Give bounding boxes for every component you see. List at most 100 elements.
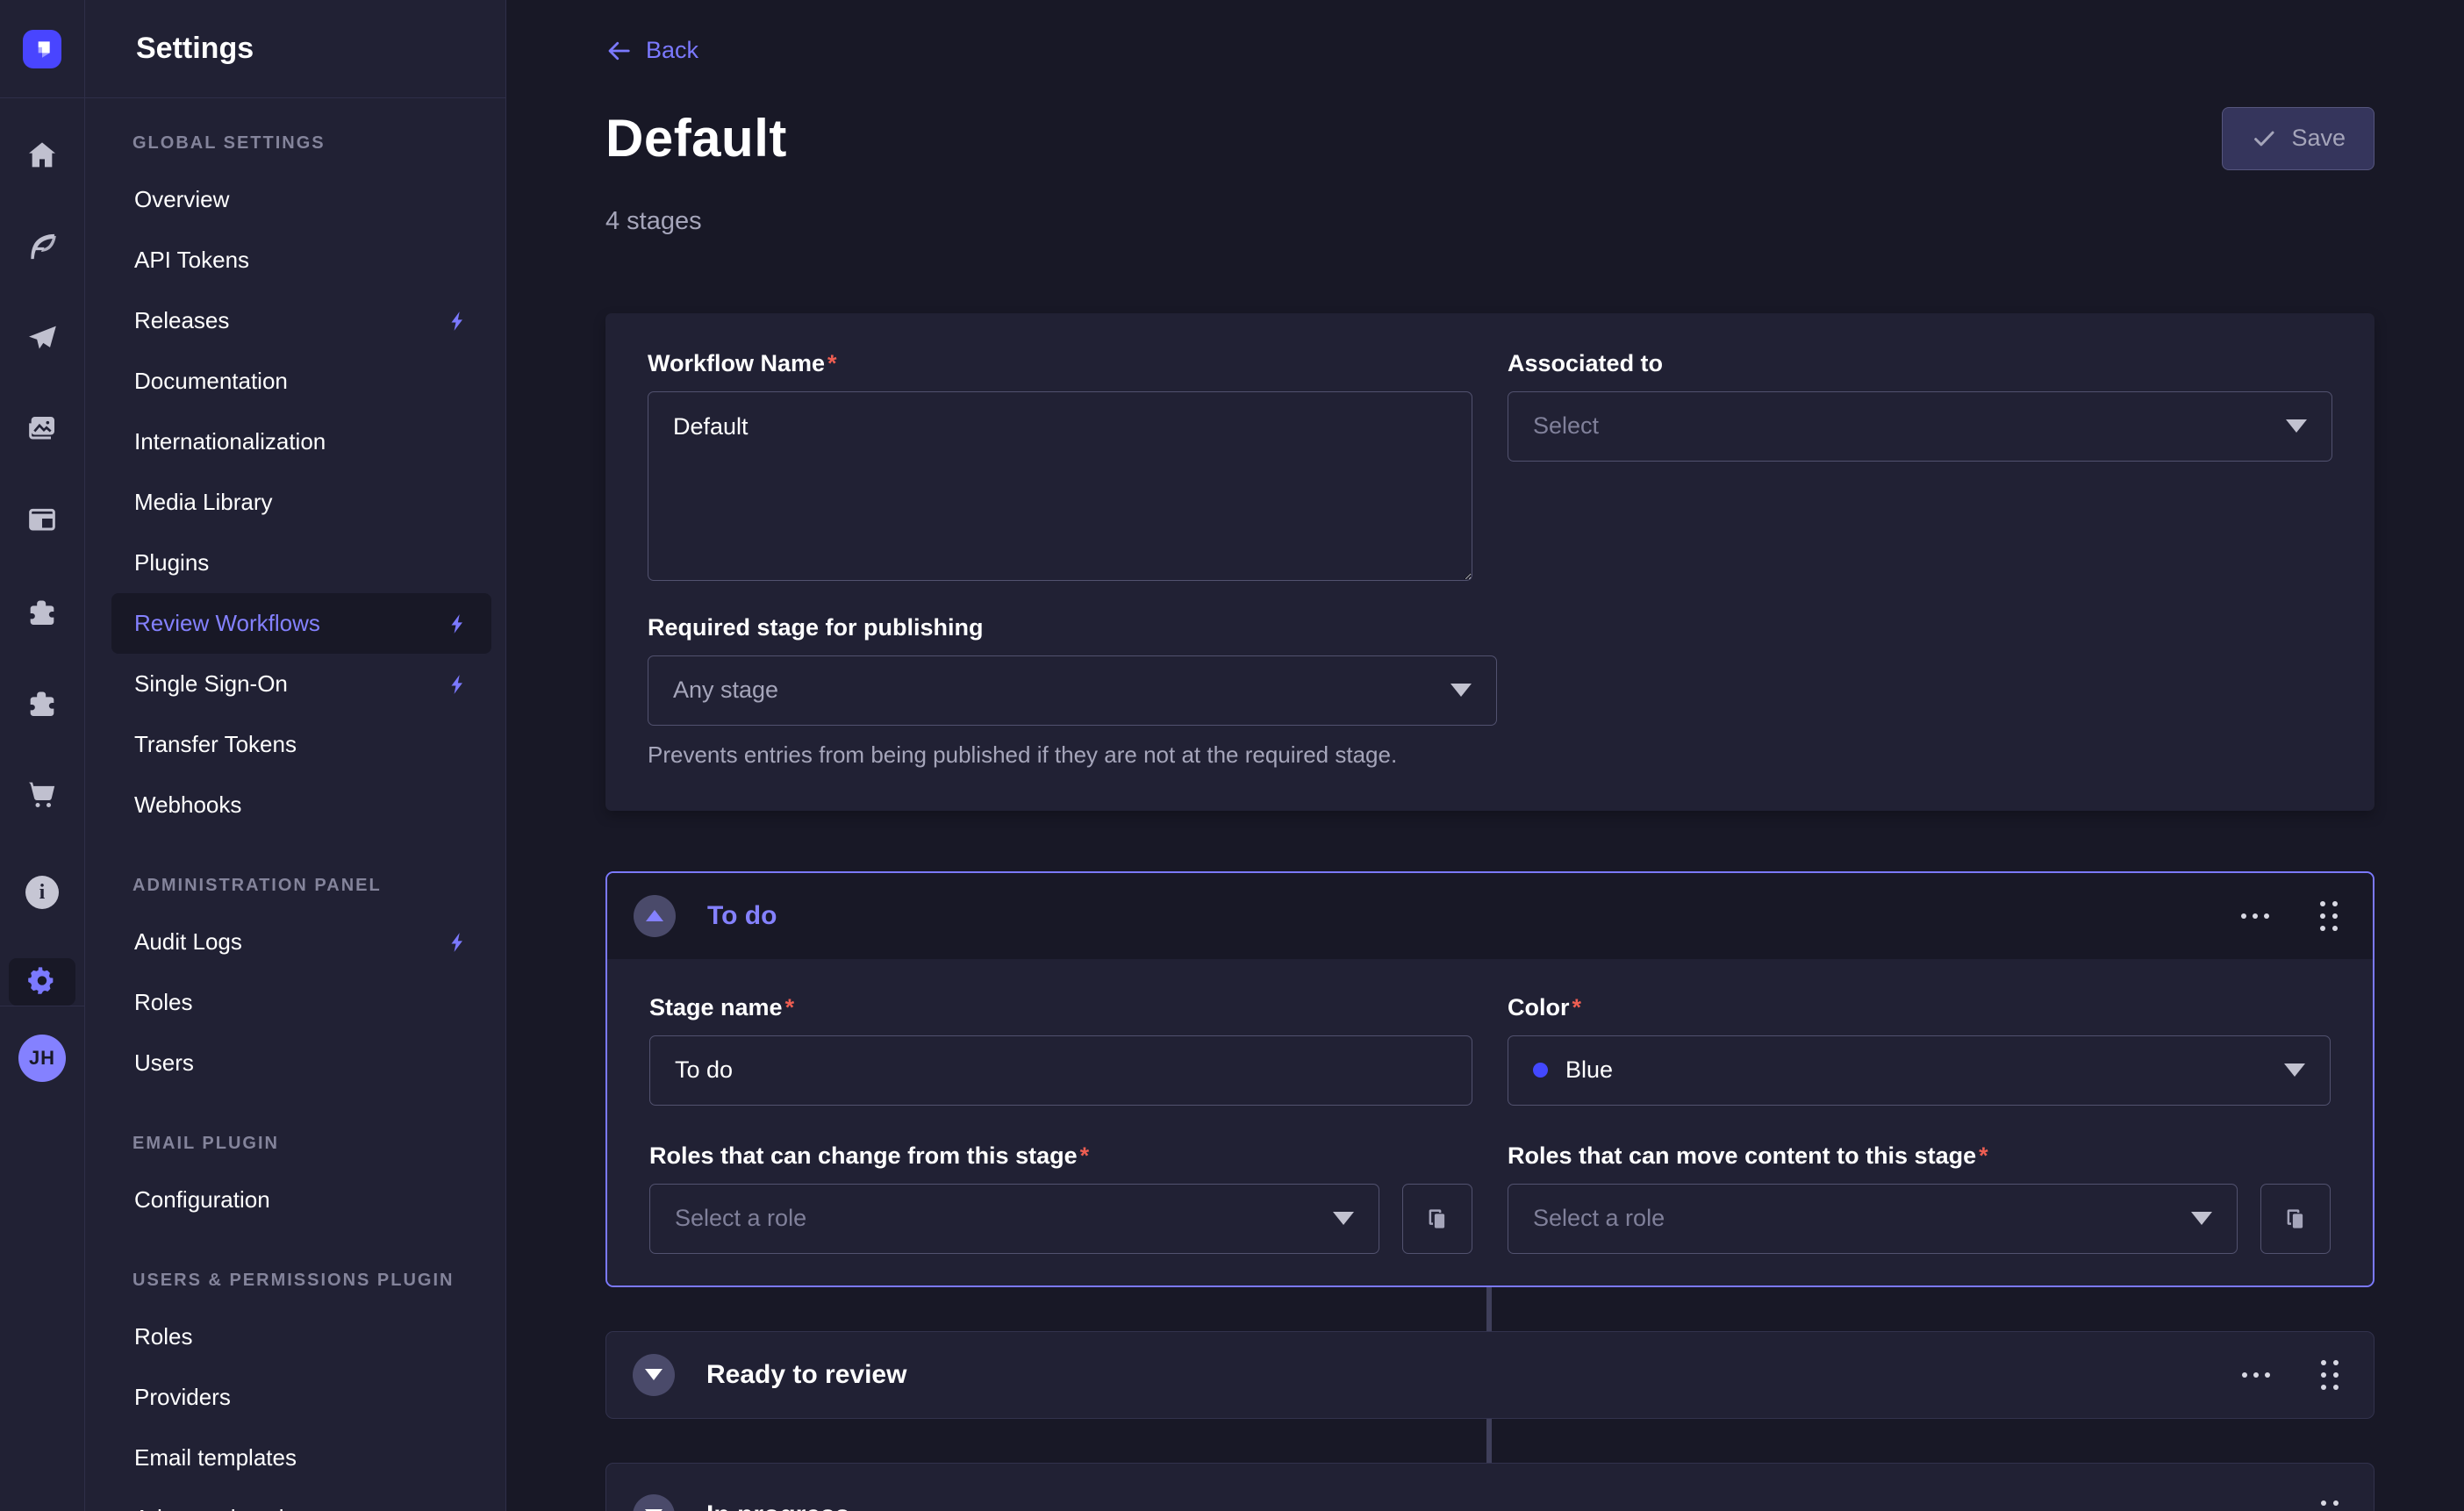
roles-change-select[interactable]: Select a role [649, 1184, 1379, 1254]
content-manager-feather-icon[interactable] [24, 228, 61, 265]
stage-name-field: Stage name* [649, 994, 1472, 1106]
administration-panel-list: Audit Logs Roles Users [111, 912, 491, 1093]
stage-drag-handle[interactable] [2317, 898, 2341, 935]
users-permissions-list: Roles Providers Email templates Advanced… [111, 1307, 491, 1511]
sidebar-item-admin-roles[interactable]: Roles [111, 972, 491, 1033]
workflow-name-textarea[interactable]: Default [648, 391, 1472, 581]
sidebar-item-providers[interactable]: Providers [111, 1367, 491, 1428]
stage-to-do-body: Stage name* Color* Blue Roles t [607, 959, 2373, 1285]
save-button[interactable]: Save [2222, 107, 2374, 170]
global-settings-list: Overview API Tokens Releases Documentati… [111, 169, 491, 835]
roles-change-field: Roles that can change from this stage* S… [649, 1142, 1472, 1254]
associated-to-field: Associated to Select [1508, 350, 2332, 581]
stage-name-input[interactable] [649, 1035, 1472, 1106]
section-label-administration-panel: Administration panel [133, 876, 505, 896]
sidebar-item-review-workflows[interactable]: Review Workflows [111, 593, 491, 654]
sidebar-item-email-templates[interactable]: Email templates [111, 1428, 491, 1488]
chevron-down-icon [2191, 1212, 2212, 1225]
releases-paper-plane-icon[interactable] [24, 319, 61, 356]
help-info-icon[interactable]: i [25, 876, 59, 909]
sidebar-item-configuration[interactable]: Configuration [111, 1170, 491, 1230]
settings-sidebar: Settings Global settings Overview API To… [85, 0, 506, 1511]
stage-card-in-progress[interactable]: In progress [605, 1463, 2374, 1511]
stage-drag-handle[interactable] [2317, 1497, 2342, 1511]
expand-toggle-button[interactable] [633, 1494, 675, 1511]
chevron-down-icon [2286, 419, 2307, 433]
stage-options-menu-button[interactable] [2237, 1367, 2275, 1383]
stage-title: Ready to review [706, 1360, 906, 1390]
arrow-left-icon [605, 38, 632, 64]
sidebar-title: Settings [136, 32, 254, 66]
required-stage-label: Required stage for publishing [648, 614, 1497, 641]
section-label-users-permissions: Users & Permissions plugin [133, 1271, 505, 1291]
lightning-icon [446, 931, 469, 954]
roles-move-select[interactable]: Select a role [1508, 1184, 2238, 1254]
media-library-icon[interactable] [24, 411, 61, 448]
settings-active-button[interactable] [9, 958, 75, 1006]
check-icon [2251, 125, 2277, 152]
associated-to-select[interactable]: Select [1508, 391, 2332, 462]
marketplace-puzzle-icon[interactable] [24, 684, 61, 721]
sidebar-item-audit-logs[interactable]: Audit Logs [111, 912, 491, 972]
stage-card-ready-to-review[interactable]: Ready to review [605, 1331, 2374, 1419]
required-stage-select[interactable]: Any stage [648, 655, 1497, 726]
rail-icon-list [24, 98, 61, 813]
collapse-toggle-button[interactable] [634, 895, 676, 937]
content-type-builder-layout-icon[interactable] [24, 502, 61, 539]
workflow-name-label: Workflow Name* [648, 350, 1472, 377]
duplicate-roles-button[interactable] [1402, 1184, 1472, 1254]
main-content: Back Default Save 4 stages Workflow Name… [506, 0, 2464, 1511]
sidebar-item-plugins[interactable]: Plugins [111, 533, 491, 593]
stage-color-field: Color* Blue [1508, 994, 2331, 1106]
lightning-icon [446, 310, 469, 333]
associated-to-label: Associated to [1508, 350, 2332, 377]
lightning-icon [446, 673, 469, 696]
sidebar-item-transfer-tokens[interactable]: Transfer Tokens [111, 714, 491, 775]
purchase-cart-icon[interactable] [24, 776, 61, 813]
strapi-logo-glyph [31, 38, 54, 61]
sidebar-item-releases[interactable]: Releases [111, 290, 491, 351]
roles-move-field: Roles that can move content to this stag… [1508, 1142, 2331, 1254]
email-plugin-list: Configuration [111, 1170, 491, 1230]
stage-options-menu-button[interactable] [2237, 1507, 2275, 1511]
blue-color-dot [1533, 1063, 1548, 1078]
stage-count-subtitle: 4 stages [605, 207, 2374, 236]
sidebar-item-advanced-settings[interactable]: Advanced settings [111, 1488, 491, 1511]
stage-color-select[interactable]: Blue [1508, 1035, 2331, 1106]
sidebar-item-single-sign-on[interactable]: Single Sign-On [111, 654, 491, 714]
sidebar-item-media-library[interactable]: Media Library [111, 472, 491, 533]
sidebar-item-users[interactable]: Users [111, 1033, 491, 1093]
chevron-down-icon [1333, 1212, 1354, 1225]
chevron-down-icon [2284, 1063, 2305, 1077]
sidebar-item-webhooks[interactable]: Webhooks [111, 775, 491, 835]
stage-card-to-do: To do Stage name* Color* [605, 871, 2374, 1287]
sidebar-item-up-roles[interactable]: Roles [111, 1307, 491, 1367]
workflow-settings-panel: Workflow Name* Default Associated to Sel… [605, 313, 2374, 811]
stage-drag-handle[interactable] [2317, 1357, 2342, 1393]
gear-icon [26, 966, 58, 998]
stage-title: In progress [706, 1500, 849, 1511]
sidebar-item-api-tokens[interactable]: API Tokens [111, 230, 491, 290]
chevron-up-icon [646, 910, 663, 921]
lightning-icon [446, 612, 469, 635]
page-title: Default [605, 108, 787, 168]
required-stage-field: Required stage for publishing Any stage … [648, 614, 1497, 769]
user-avatar[interactable]: JH [18, 1035, 66, 1082]
sidebar-header: Settings [85, 0, 505, 98]
sidebar-item-overview[interactable]: Overview [111, 169, 491, 230]
home-icon[interactable] [24, 137, 61, 174]
duplicate-roles-button[interactable] [2260, 1184, 2331, 1254]
stage-to-do-header[interactable]: To do [607, 873, 2373, 959]
chevron-down-icon [645, 1369, 663, 1380]
plugins-puzzle-icon[interactable] [24, 593, 61, 630]
required-asterisk: * [1080, 1142, 1090, 1169]
sidebar-item-documentation[interactable]: Documentation [111, 351, 491, 412]
copy-icon [2282, 1206, 2309, 1232]
required-stage-hint: Prevents entries from being published if… [648, 741, 1497, 769]
stage-options-menu-button[interactable] [2236, 908, 2274, 924]
sidebar-item-internationalization[interactable]: Internationalization [111, 412, 491, 472]
back-link[interactable]: Back [605, 37, 698, 64]
expand-toggle-button[interactable] [633, 1354, 675, 1396]
strapi-logo[interactable] [23, 30, 61, 68]
chevron-down-icon [1450, 684, 1472, 697]
